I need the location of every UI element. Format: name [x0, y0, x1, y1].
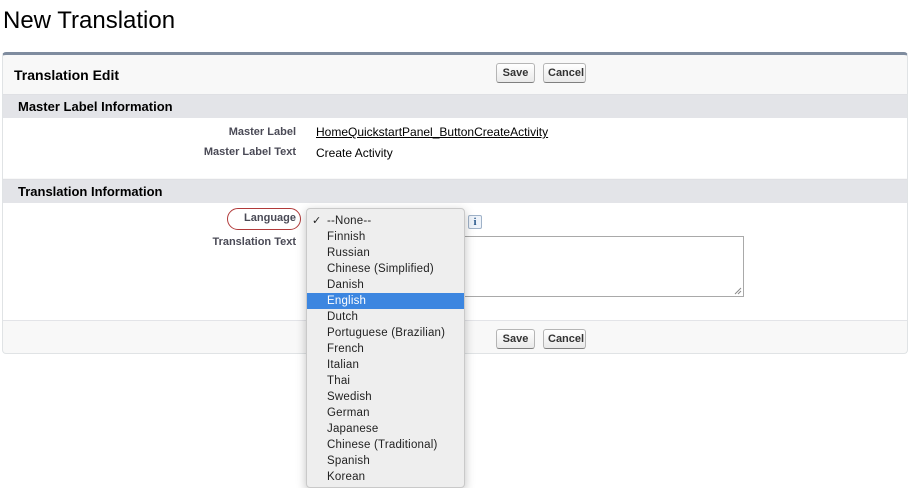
language-option-label: English — [327, 295, 367, 307]
info-icon[interactable]: i — [468, 215, 482, 229]
language-option[interactable]: ✓ --None-- — [307, 213, 464, 229]
master-label-text-label: Master Label Text — [203, 146, 296, 158]
translation-section-title: Translation Information — [18, 184, 163, 199]
language-option-label: Chinese (Traditional) — [327, 439, 438, 451]
translation-section-header: Translation Information — [3, 179, 907, 203]
save-button-bottom[interactable]: Save — [496, 329, 535, 349]
language-option[interactable]: Finnish — [307, 229, 464, 245]
language-option[interactable]: Portuguese (Brazilian) — [307, 325, 464, 341]
language-option-label: Korean — [327, 471, 366, 483]
master-label-label: Master Label — [228, 126, 296, 138]
master-label-section-header: Master Label Information — [3, 94, 907, 118]
language-dropdown-menu[interactable]: ✓ --None-- Finnish Russian Chinese (Simplifi… — [306, 208, 465, 488]
language-option[interactable]: German — [307, 405, 464, 421]
language-option-label: French — [327, 343, 364, 355]
save-button-top[interactable]: Save — [496, 63, 535, 83]
language-option-label: Dutch — [327, 311, 359, 323]
language-annotation-oval — [227, 208, 301, 230]
translation-text-label: Translation Text — [212, 236, 296, 248]
resize-grip-icon[interactable] — [734, 287, 742, 295]
language-option-label: Finnish — [327, 231, 366, 243]
language-option[interactable]: Danish — [307, 277, 464, 293]
language-option[interactable]: English — [307, 293, 464, 309]
language-option-label: Chinese (Simplified) — [327, 263, 434, 275]
language-option[interactable]: Chinese (Simplified) — [307, 261, 464, 277]
cancel-button-top[interactable]: Cancel — [543, 63, 586, 83]
panel-header: Translation Edit — [3, 55, 907, 95]
language-option-label: Thai — [327, 375, 351, 387]
language-option[interactable]: Swedish — [307, 389, 464, 405]
language-option-label: Spanish — [327, 455, 370, 467]
cancel-button-bottom[interactable]: Cancel — [543, 329, 586, 349]
checkmark-icon: ✓ — [312, 215, 322, 227]
language-option-label: Russian — [327, 247, 370, 259]
language-option[interactable]: Thai — [307, 373, 464, 389]
language-option[interactable]: Japanese — [307, 421, 464, 437]
master-label-section-title: Master Label Information — [18, 99, 173, 114]
language-option-label: Japanese — [327, 423, 379, 435]
page-title: New Translation — [3, 7, 176, 34]
language-option[interactable]: Korean — [307, 469, 464, 485]
master-label-text-value: Create Activity — [316, 146, 393, 160]
language-option-label: Italian — [327, 359, 360, 371]
language-option-label: Swedish — [327, 391, 372, 403]
language-option[interactable]: Russian — [307, 245, 464, 261]
language-option[interactable]: Chinese (Traditional) — [307, 437, 464, 453]
language-option[interactable]: Dutch — [307, 309, 464, 325]
language-option-label: --None-- — [327, 215, 372, 227]
language-option-label: German — [327, 407, 370, 419]
language-option-label: Danish — [327, 279, 364, 291]
language-option[interactable]: Italian — [307, 357, 464, 373]
master-label-link[interactable]: HomeQuickstartPanel_ButtonCreateActivity — [316, 125, 548, 139]
translation-text-input[interactable] — [462, 236, 744, 297]
language-option-label: Portuguese (Brazilian) — [327, 327, 446, 339]
panel-title: Translation Edit — [14, 67, 120, 83]
language-option[interactable]: French — [307, 341, 464, 357]
language-option[interactable]: Spanish — [307, 453, 464, 469]
